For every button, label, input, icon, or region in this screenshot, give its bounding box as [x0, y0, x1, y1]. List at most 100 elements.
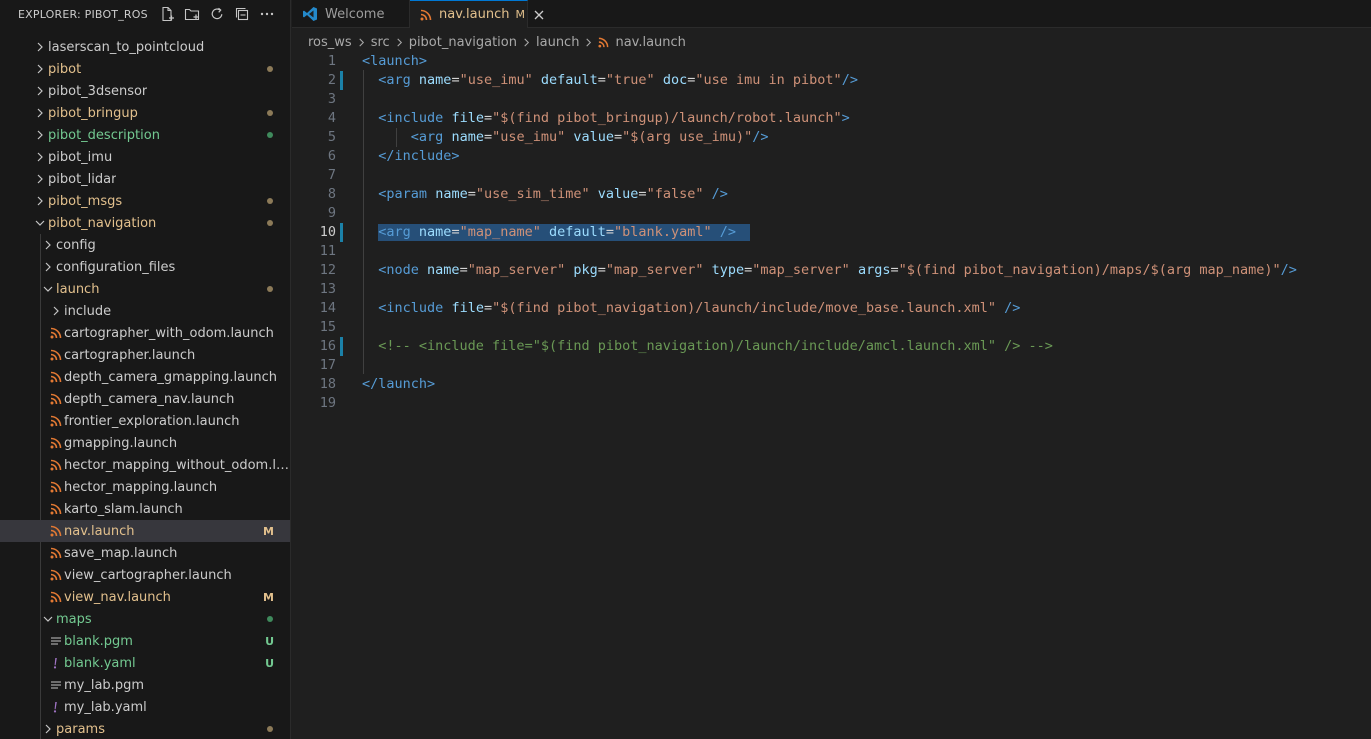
tree-folder[interactable]: configuration_files [0, 256, 290, 278]
code-line[interactable]: 6 </include> [292, 147, 1371, 166]
code-token: </include> [378, 148, 460, 164]
tree-file[interactable]: blank.pgm U [0, 630, 290, 652]
tree-file[interactable]: nav.launch M [0, 520, 290, 542]
tree-folder[interactable]: maps [0, 608, 290, 630]
code-line[interactable]: 18 </launch> [292, 375, 1371, 394]
chevron-down-icon[interactable] [32, 218, 48, 228]
git-change-marker[interactable] [340, 71, 343, 90]
chevron-down-icon[interactable] [40, 614, 56, 624]
chevron-right-icon[interactable] [32, 42, 48, 52]
code-line[interactable]: 7 [292, 166, 1371, 185]
tree-file[interactable]: blank.yaml U [0, 652, 290, 674]
tree-folder[interactable]: pibot_navigation [0, 212, 290, 234]
code-token: = [597, 72, 606, 88]
tree-file[interactable]: cartographer.launch [0, 344, 290, 366]
tree-folder[interactable]: pibot [0, 58, 290, 80]
tree-file[interactable]: view_cartographer.launch [0, 564, 290, 586]
breadcrumb-item[interactable]: launch [536, 35, 579, 50]
code-line[interactable]: 13 [292, 280, 1371, 299]
tree-file[interactable]: depth_camera_nav.launch [0, 388, 290, 410]
tree-file[interactable]: view_nav.launch M [0, 586, 290, 608]
chevron-down-icon[interactable] [40, 284, 56, 294]
refresh-icon[interactable] [208, 5, 226, 23]
code-line[interactable]: 11 [292, 242, 1371, 261]
breadcrumb-item[interactable]: src [371, 35, 390, 50]
code-token: = [451, 224, 460, 240]
tree-file[interactable]: hector_mapping.launch [0, 476, 290, 498]
git-status-dot [267, 726, 273, 732]
code-line[interactable]: 15 [292, 318, 1371, 337]
code-line[interactable]: 19 [292, 394, 1371, 413]
tree-item-label: depth_camera_nav.launch [64, 391, 235, 407]
chevron-right-icon[interactable] [32, 152, 48, 162]
line-number: 11 [319, 243, 336, 259]
tree-folder[interactable]: pibot_msgs [0, 190, 290, 212]
tree-folder[interactable]: pibot_imu [0, 146, 290, 168]
git-status-dot [267, 66, 273, 72]
tree-folder[interactable]: pibot_bringup [0, 102, 290, 124]
code-line[interactable]: 14 <include file="$(find pibot_navigatio… [292, 299, 1371, 318]
code-line[interactable]: 9 [292, 204, 1371, 223]
tree-folder[interactable]: pibot_3dsensor [0, 80, 290, 102]
code-editor[interactable]: 1 <launch> 2 <arg name="use_imu" default="… [292, 52, 1371, 739]
tree-folder[interactable]: include [0, 300, 290, 322]
breadcrumb-item[interactable]: ros_ws [308, 35, 352, 50]
git-change-marker[interactable] [340, 223, 343, 242]
chevron-right-icon[interactable] [40, 724, 56, 734]
code-line[interactable]: 16 <!-- <include file="$(find pibot_navi… [292, 337, 1371, 356]
code-line[interactable]: 10 <arg name="map_name" default="blank.y… [292, 223, 1371, 242]
rss-icon [48, 591, 64, 603]
tree-folder[interactable]: launch [0, 278, 290, 300]
breadcrumb-item[interactable]: pibot_navigation [409, 35, 517, 50]
collapse-all-icon[interactable] [233, 5, 251, 23]
breadcrumb-item[interactable]: nav.launch [615, 35, 685, 50]
code-line[interactable]: 17 [292, 356, 1371, 375]
tab-welcome[interactable]: Welcome [292, 0, 410, 28]
code-token: "map_server" [752, 262, 850, 278]
tree-file[interactable]: save_map.launch [0, 542, 290, 564]
tree-file[interactable]: cartographer_with_odom.launch [0, 322, 290, 344]
chevron-right-icon[interactable] [32, 108, 48, 118]
code-line[interactable]: 4 <include file="$(find pibot_bringup)/l… [292, 109, 1371, 128]
tree-file[interactable]: gmapping.launch [0, 432, 290, 454]
tree-file[interactable]: my_lab.pgm [0, 674, 290, 696]
git-status-dot [267, 198, 273, 204]
tree-file[interactable]: my_lab.yaml [0, 696, 290, 718]
chevron-right-icon[interactable] [40, 262, 56, 272]
tree-folder[interactable]: pibot_lidar [0, 168, 290, 190]
more-icon[interactable] [258, 5, 276, 23]
tree-folder[interactable]: laserscan_to_pointcloud [0, 36, 290, 58]
tree-folder[interactable]: params [0, 718, 290, 739]
chevron-right-icon[interactable] [48, 306, 64, 316]
new-file-icon[interactable] [158, 5, 176, 23]
code-line[interactable]: 2 <arg name="use_imu" default="true" doc… [292, 71, 1371, 90]
code-line[interactable]: 3 [292, 90, 1371, 109]
close-icon[interactable] [533, 9, 545, 21]
chevron-right-icon[interactable] [32, 196, 48, 206]
new-folder-icon[interactable] [183, 5, 201, 23]
code-line[interactable]: 12 <node name="map_server" pkg="map_serv… [292, 261, 1371, 280]
code-line[interactable]: 5 <arg name="use_imu" value="$(arg use_i… [292, 128, 1371, 147]
tree-file[interactable]: karto_slam.launch [0, 498, 290, 520]
code-line[interactable]: 1 <launch> [292, 52, 1371, 71]
code-token: = [459, 262, 468, 278]
tree-file[interactable]: depth_camera_gmapping.launch [0, 366, 290, 388]
chevron-right-icon[interactable] [32, 64, 48, 74]
tree-file[interactable]: hector_mapping_without_odom.launch [0, 454, 290, 476]
chevron-right-icon[interactable] [32, 86, 48, 96]
code-token: "$(find pibot_navigation)/maps/$(arg map… [898, 262, 1281, 278]
tree-folder[interactable]: config [0, 234, 290, 256]
tab-nav-launch[interactable]: nav.launch M [410, 0, 544, 28]
line-number: 10 [319, 224, 336, 240]
code-line[interactable]: 8 <param name="use_sim_time" value="fals… [292, 185, 1371, 204]
git-change-marker[interactable] [340, 337, 343, 356]
chevron-right-icon[interactable] [40, 240, 56, 250]
code-token: type [711, 262, 745, 278]
chevron-right-icon[interactable] [32, 130, 48, 140]
tree-folder[interactable]: pibot_description [0, 124, 290, 146]
tree-file[interactable]: frontier_exploration.launch [0, 410, 290, 432]
chevron-right-icon[interactable] [32, 174, 48, 184]
code-token: value [597, 186, 639, 202]
